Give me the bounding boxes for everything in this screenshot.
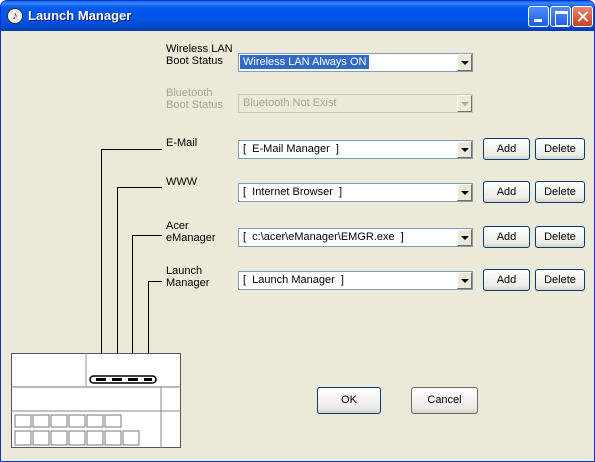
chevron-down-icon[interactable] — [457, 272, 472, 289]
launch-manager-icon: ♪ — [7, 8, 23, 24]
chevron-down-icon[interactable] — [457, 54, 472, 71]
bluetooth-label: Bluetooth Boot Status — [166, 87, 223, 111]
acer-emanager-add-button[interactable]: Add — [483, 226, 530, 248]
bluetooth-status-select[interactable]: Bluetooth Not Exist — [238, 94, 473, 113]
launch-manager-add-button[interactable]: Add — [483, 269, 530, 291]
launch-manager-label: Launch Manager — [166, 265, 210, 289]
email-leader-line-vertical — [101, 149, 102, 380]
chevron-down-icon[interactable] — [457, 141, 472, 158]
email-app-value: [ E-Mail Manager ] — [243, 143, 339, 155]
bluetooth-value: Bluetooth Not Exist — [243, 97, 337, 109]
acer-emanager-label: Acer eManager — [166, 220, 216, 244]
launch-manager-app-value: [ Launch Manager ] — [243, 274, 344, 286]
cancel-button[interactable]: Cancel — [411, 387, 478, 414]
www-delete-button[interactable]: Delete — [535, 181, 585, 203]
acer-emanager-app-value: [ c:\acer\eManager\EMGR.exe ] — [243, 231, 404, 243]
www-label: WWW — [166, 176, 198, 188]
maximize-button[interactable] — [550, 6, 571, 27]
chevron-down-icon — [457, 95, 472, 112]
launch-manager-window: ♪ Launch Manager Wireless LAN Boot Status… — [0, 0, 595, 462]
chevron-down-icon[interactable] — [457, 184, 472, 201]
minimize-button[interactable] — [528, 6, 549, 27]
launch-manager-leader-line — [148, 281, 162, 282]
launch-manager-app-select[interactable]: [ Launch Manager ] — [238, 271, 473, 290]
keyboard-illustration — [11, 353, 181, 448]
wireless-lan-status-select[interactable]: Wireless LAN Always ON — [238, 53, 473, 72]
email-add-button[interactable]: Add — [483, 138, 530, 160]
email-label: E-Mail — [166, 137, 198, 149]
www-leader-line — [117, 187, 162, 188]
www-leader-line-vertical — [117, 187, 118, 380]
acer-emanager-leader-line — [132, 235, 162, 236]
close-button[interactable] — [572, 6, 593, 27]
www-app-select[interactable]: [ Internet Browser ] — [238, 183, 473, 202]
email-app-select[interactable]: [ E-Mail Manager ] — [238, 140, 473, 159]
wireless-lan-value: Wireless LAN Always ON — [240, 55, 370, 69]
acer-emanager-app-select[interactable]: [ c:\acer\eManager\EMGR.exe ] — [238, 228, 473, 247]
wireless-lan-label: Wireless LAN Boot Status — [166, 43, 233, 67]
launch-manager-delete-button[interactable]: Delete — [535, 269, 585, 291]
ok-button[interactable]: OK — [317, 387, 381, 414]
email-leader-line — [101, 149, 162, 150]
acer-emanager-delete-button[interactable]: Delete — [535, 226, 585, 248]
www-app-value: [ Internet Browser ] — [243, 186, 343, 198]
email-delete-button[interactable]: Delete — [535, 138, 585, 160]
title-bar[interactable]: ♪ Launch Manager — [1, 1, 594, 31]
chevron-down-icon[interactable] — [457, 229, 472, 246]
www-add-button[interactable]: Add — [483, 181, 530, 203]
window-title: Launch Manager — [28, 8, 132, 23]
